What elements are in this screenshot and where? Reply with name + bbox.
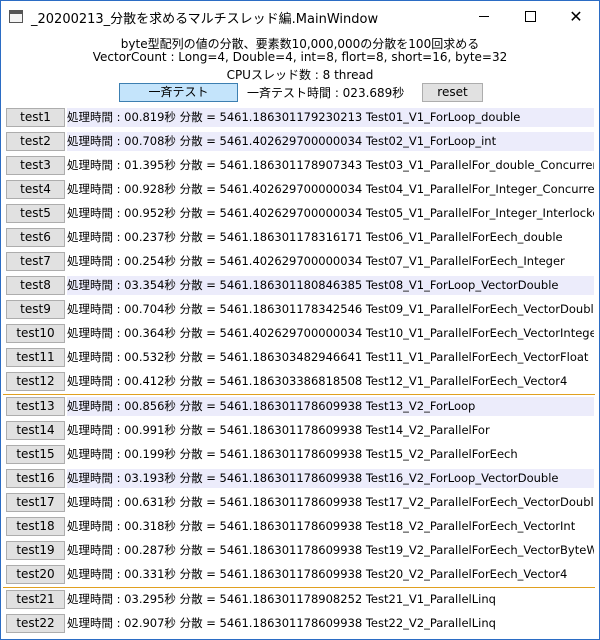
test-row: test18 処理時間 : 00.318秒 分散 = 5461.186301178… xyxy=(1,515,599,539)
test-result-text: 処理時間 : 01.395秒 分散 = 5461.186301178907343… xyxy=(67,158,594,172)
test-result-text: 処理時間 : 00.928秒 分散 = 5461.402629700000034… xyxy=(67,182,594,196)
test-button[interactable]: test6 xyxy=(6,228,65,247)
test-row: test20 処理時間 : 00.331秒 分散 = 5461.186301178… xyxy=(1,563,599,587)
minimize-button[interactable] xyxy=(461,1,507,32)
test-result-text: 処理時間 : 00.318秒 分散 = 5461.186301178609938… xyxy=(67,519,576,533)
test-result-text: 処理時間 : 02.907秒 分散 = 5461.186301178609938… xyxy=(67,616,496,630)
test-result-text: 処理時間 : 00.254秒 分散 = 5461.402629700000034… xyxy=(67,254,565,268)
close-button[interactable]: ✕ xyxy=(553,1,599,32)
close-icon: ✕ xyxy=(569,7,583,26)
test-row: test6 処理時間 : 00.237秒 分散 = 5461.1863011783… xyxy=(1,226,599,250)
test-result-text: 処理時間 : 00.364秒 分散 = 5461.402629700000034… xyxy=(67,326,594,340)
vector-count-line: VectorCount : Long=4, Double=4, int=8, f… xyxy=(92,50,508,64)
test-row: test21 処理時間 : 03.295秒 分散 = 5461.186301178… xyxy=(1,588,599,612)
test-button[interactable]: test3 xyxy=(6,156,65,175)
test-result-text: 処理時間 : 03.354秒 分散 = 5461.186301180846385… xyxy=(67,276,594,295)
test-result-text: 処理時間 : 00.412秒 分散 = 5461.186303386818508… xyxy=(67,374,568,388)
test-row: test17 処理時間 : 00.631秒 分散 = 5461.186301178… xyxy=(1,491,599,515)
test-result-text: 処理時間 : 00.237秒 分散 = 5461.186301178316171… xyxy=(67,230,563,244)
test-button[interactable]: test12 xyxy=(6,372,65,391)
test-button[interactable]: test20 xyxy=(6,565,65,584)
test-button[interactable]: test14 xyxy=(6,421,65,440)
test-row: test7 処理時間 : 00.254秒 分散 = 5461.4026297000… xyxy=(1,250,599,274)
test-row: test8 処理時間 : 03.354秒 分散 = 5461.1863011808… xyxy=(1,274,599,298)
test-row: test12 処理時間 : 00.412秒 分散 = 5461.186303386… xyxy=(1,370,599,394)
test-row: test19 処理時間 : 00.287秒 分散 = 5461.186301178… xyxy=(1,539,599,563)
test-button[interactable]: test15 xyxy=(6,445,65,464)
test-result-text: 処理時間 : 00.287秒 分散 = 5461.186301178609938… xyxy=(67,543,594,557)
test-button[interactable]: test9 xyxy=(6,300,65,319)
test-result-text: 処理時間 : 00.819秒 分散 = 5461.186301179230213… xyxy=(67,108,594,127)
test-row: test10 処理時間 : 00.364秒 分散 = 5461.402629700… xyxy=(1,322,599,346)
test-button[interactable]: test5 xyxy=(6,204,65,223)
window-app-icon xyxy=(9,10,23,23)
test-result-text: 処理時間 : 00.704秒 分散 = 5461.186301178342546… xyxy=(67,302,594,316)
test-result-text: 処理時間 : 00.199秒 分散 = 5461.186301178609938… xyxy=(67,447,518,461)
test-button[interactable]: test21 xyxy=(6,590,65,609)
test-button[interactable]: test22 xyxy=(6,614,65,633)
test-result-text: 処理時間 : 00.952秒 分散 = 5461.402629700000034… xyxy=(67,206,594,220)
title-bar[interactable]: _20200213_分散を求めるマルチスレッド編.MainWindow ✕ xyxy=(1,1,599,32)
test-row: test16 処理時間 : 03.193秒 分散 = 5461.186301178… xyxy=(1,467,599,491)
run-all-tests-button[interactable]: 一斉テスト xyxy=(119,83,238,102)
test-result-text: 処理時間 : 03.295秒 分散 = 5461.186301178908252… xyxy=(67,592,496,606)
test-row: test5 処理時間 : 00.952秒 分散 = 5461.4026297000… xyxy=(1,202,599,226)
test-button[interactable]: test1 xyxy=(6,108,65,127)
test-button[interactable]: test8 xyxy=(6,276,65,295)
test-button[interactable]: test19 xyxy=(6,541,65,560)
test-button[interactable]: test4 xyxy=(6,180,65,199)
test-row: test2 処理時間 : 00.708秒 分散 = 5461.4026297000… xyxy=(1,130,599,154)
content-area: byte型配列の値の分散、要素数10,000,000の分散を100回求める Ve… xyxy=(1,32,599,639)
test-result-text: 処理時間 : 00.856秒 分散 = 5461.186301178609938… xyxy=(67,397,594,416)
maximize-button[interactable] xyxy=(507,1,553,32)
cpu-thread-line: CPUスレッド数 : 8 thread xyxy=(226,68,374,82)
test-row: test13 処理時間 : 00.856秒 分散 = 5461.186301178… xyxy=(1,395,599,419)
test-row: test4 処理時間 : 00.928秒 分散 = 5461.4026297000… xyxy=(1,178,599,202)
test-button[interactable]: test18 xyxy=(6,517,65,536)
all-tests-time: 一斉テスト時間 : 023.689秒 xyxy=(247,86,405,100)
test-button[interactable]: test13 xyxy=(6,397,65,416)
test-button[interactable]: test10 xyxy=(6,324,65,343)
test-row: test14 処理時間 : 00.991秒 分散 = 5461.186301178… xyxy=(1,419,599,443)
test-row: test3 処理時間 : 01.395秒 分散 = 5461.1863011789… xyxy=(1,154,599,178)
maximize-icon xyxy=(524,10,536,22)
test-row: test9 処理時間 : 00.704秒 分散 = 5461.1863011783… xyxy=(1,298,599,322)
reset-button[interactable]: reset xyxy=(422,83,483,102)
test-row: test15 処理時間 : 00.199秒 分散 = 5461.186301178… xyxy=(1,443,599,467)
test-row: test22 処理時間 : 02.907秒 分散 = 5461.186301178… xyxy=(1,612,599,636)
test-button[interactable]: test7 xyxy=(6,252,65,271)
main-window: _20200213_分散を求めるマルチスレッド編.MainWindow ✕ by… xyxy=(0,0,600,640)
test-row: test1 処理時間 : 00.819秒 分散 = 5461.1863011792… xyxy=(1,106,599,130)
test-button[interactable]: test16 xyxy=(6,469,65,488)
window-title: _20200213_分散を求めるマルチスレッド編.MainWindow xyxy=(31,12,379,27)
test-button[interactable]: test17 xyxy=(6,493,65,512)
minimize-icon xyxy=(479,15,489,17)
test-button[interactable]: test2 xyxy=(6,132,65,151)
test-result-text: 処理時間 : 00.631秒 分散 = 5461.186301178609938… xyxy=(67,495,594,509)
test-result-text: 処理時間 : 03.193秒 分散 = 5461.186301178609938… xyxy=(67,469,594,488)
test-row: test11 処理時間 : 00.532秒 分散 = 5461.186303482… xyxy=(1,346,599,370)
test-result-text: 処理時間 : 00.331秒 分散 = 5461.186301178609938… xyxy=(67,567,568,581)
test-result-text: 処理時間 : 00.708秒 分散 = 5461.402629700000034… xyxy=(67,132,594,151)
test-result-text: 処理時間 : 00.532秒 分散 = 5461.186303482946641… xyxy=(67,350,589,364)
test-button[interactable]: test11 xyxy=(6,348,65,367)
test-result-text: 処理時間 : 00.991秒 分散 = 5461.186301178609938… xyxy=(67,423,490,437)
